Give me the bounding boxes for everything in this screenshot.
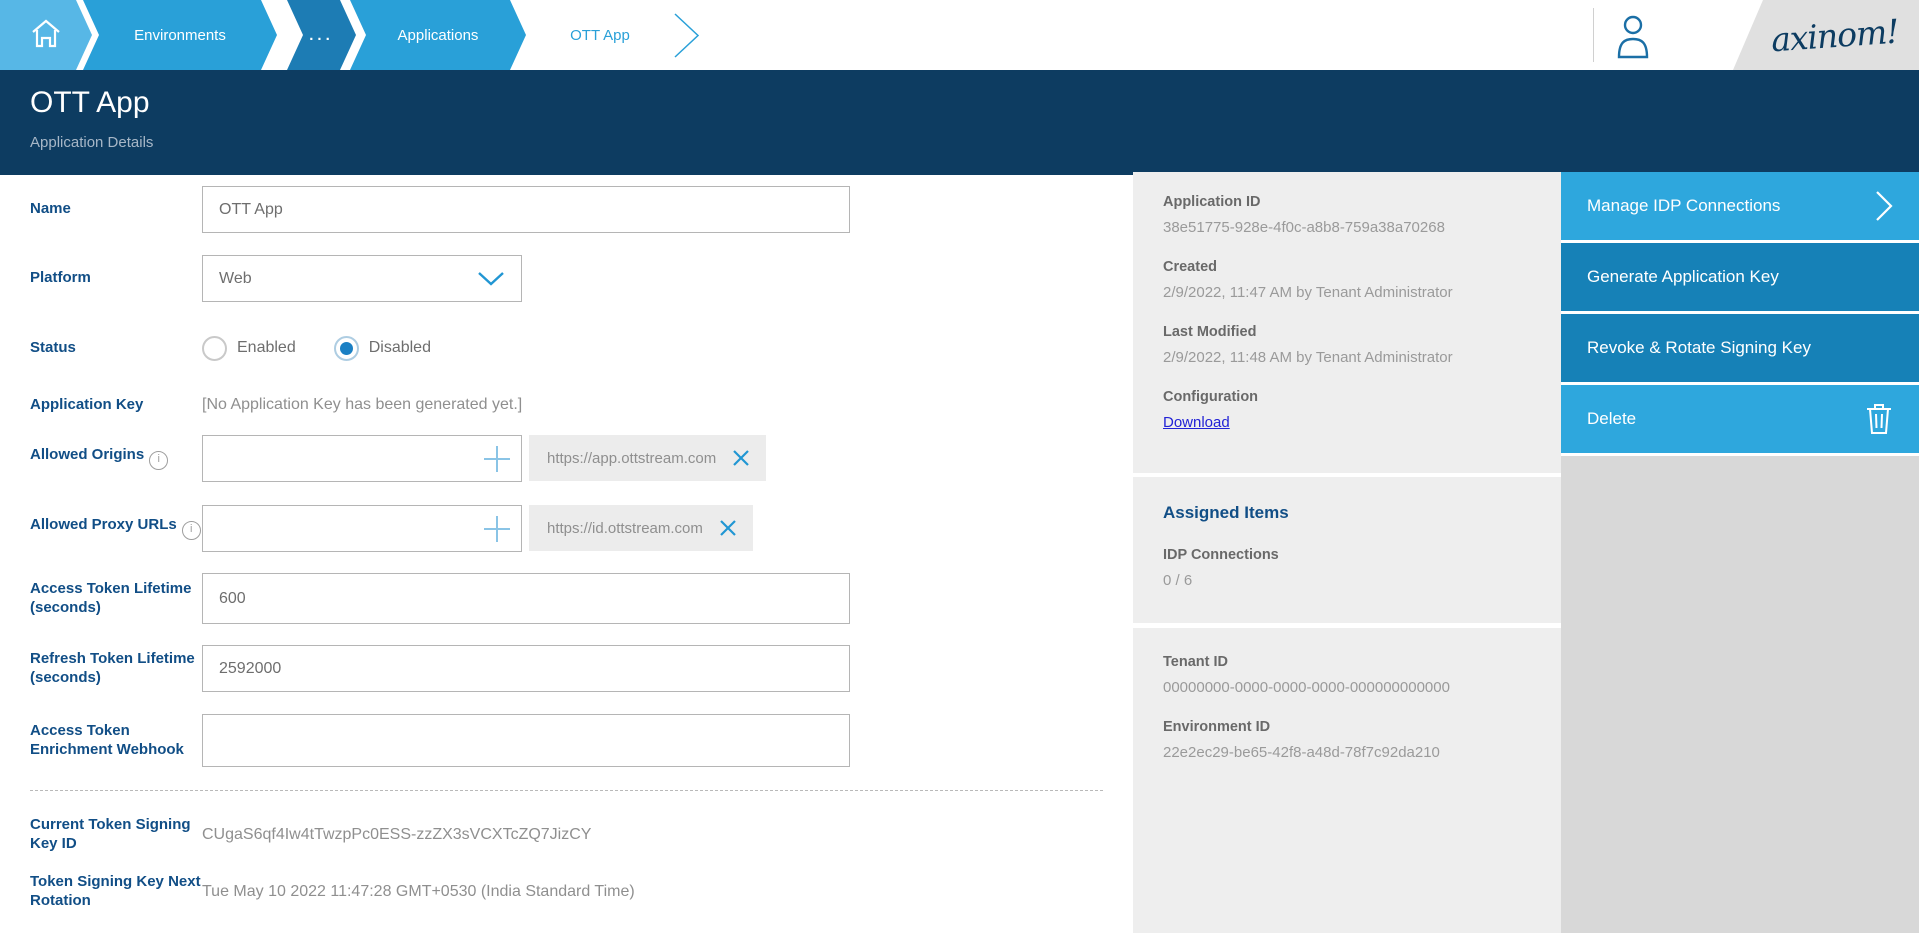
info-panel-ids: Tenant ID 00000000-0000-0000-0000-000000… xyxy=(1133,628,1561,933)
topbar-divider xyxy=(1593,8,1594,62)
status-radio-disabled[interactable] xyxy=(334,336,359,361)
webhook-label: Access Token Enrichment Webhook xyxy=(30,722,202,760)
breadcrumb-environments[interactable]: Environments xyxy=(83,0,277,70)
created-label: Created xyxy=(1163,259,1533,275)
actions-column-background xyxy=(1561,456,1919,933)
close-icon[interactable] xyxy=(719,519,737,537)
trash-icon xyxy=(1865,403,1893,435)
add-origin-icon[interactable] xyxy=(482,444,512,479)
section-divider xyxy=(30,790,1103,791)
allowed-proxy-url-chip-text: https://id.ottstream.com xyxy=(547,520,703,537)
user-icon[interactable] xyxy=(1614,13,1652,64)
platform-select[interactable]: Web xyxy=(202,255,522,302)
environment-id-label: Environment ID xyxy=(1163,719,1533,735)
allowed-origin-chip: https://app.ottstream.com xyxy=(529,435,766,481)
info-icon[interactable] xyxy=(149,451,168,470)
next-rotation-row: Token Signing Key Next Rotation Tue May … xyxy=(30,867,635,917)
download-configuration-link[interactable]: Download xyxy=(1163,414,1230,431)
brand-logo-text: axinom! xyxy=(1770,11,1900,59)
manage-idp-connections-button[interactable]: Manage IDP Connections xyxy=(1561,172,1919,240)
allowed-proxy-urls-label: Allowed Proxy URLs xyxy=(30,516,202,539)
delete-label: Delete xyxy=(1587,409,1636,429)
generate-application-key-label: Generate Application Key xyxy=(1587,267,1779,287)
breadcrumb-home[interactable] xyxy=(0,0,92,70)
platform-selected-value: Web xyxy=(219,270,252,288)
application-details-page: Environments ... Applications OTT App ax… xyxy=(0,0,1919,933)
allowed-proxy-add-wrap xyxy=(202,505,522,552)
refresh-token-lifetime-row: Refresh Token Lifetime (seconds) xyxy=(30,644,850,693)
refresh-token-lifetime-input[interactable] xyxy=(202,645,850,692)
name-row: Name xyxy=(30,185,850,234)
tenant-id-value: 00000000-0000-0000-0000-000000000000 xyxy=(1163,679,1533,696)
home-icon xyxy=(29,17,63,53)
brand-logo: axinom! xyxy=(1733,0,1919,70)
revoke-rotate-signing-key-button[interactable]: Revoke & Rotate Signing Key xyxy=(1561,314,1919,382)
breadcrumb: Environments ... Applications OTT App ax… xyxy=(0,0,1919,70)
allowed-origin-chip-text: https://app.ottstream.com xyxy=(547,450,716,467)
platform-row: Platform Web xyxy=(30,254,522,303)
status-radio-enabled-label: Enabled xyxy=(237,339,296,357)
info-icon[interactable] xyxy=(182,521,201,540)
access-token-lifetime-label: Access Token Lifetime (seconds) xyxy=(30,580,202,618)
idp-connections-label: IDP Connections xyxy=(1163,547,1533,563)
chevron-right-icon xyxy=(1875,190,1893,222)
close-icon[interactable] xyxy=(732,449,750,467)
application-id-label: Application ID xyxy=(1163,194,1533,210)
chevron-down-icon xyxy=(477,271,505,286)
last-modified-label: Last Modified xyxy=(1163,324,1533,340)
configuration-label: Configuration xyxy=(1163,389,1533,405)
current-signing-key-value: CUgaS6qf4Iw4tTwzpPc0ESS-zzZX3sVCXTcZQ7Ji… xyxy=(202,826,591,844)
application-form: Name Platform Web Status Enabled Disable… xyxy=(0,175,1133,933)
platform-label: Platform xyxy=(30,269,202,288)
allowed-proxy-url-chip: https://id.ottstream.com xyxy=(529,505,753,551)
status-row: Status Enabled Disabled xyxy=(30,330,469,366)
page-header: OTT App Application Details xyxy=(0,70,1919,175)
allowed-origins-input[interactable] xyxy=(202,435,522,482)
chevron-right-icon xyxy=(674,13,700,63)
allowed-origins-label: Allowed Origins xyxy=(30,446,202,469)
next-rotation-value: Tue May 10 2022 11:47:28 GMT+0530 (India… xyxy=(202,883,635,901)
allowed-proxy-urls-input[interactable] xyxy=(202,505,522,552)
name-label: Name xyxy=(30,200,202,219)
allowed-origins-add-wrap xyxy=(202,435,522,482)
webhook-row: Access Token Enrichment Webhook xyxy=(30,714,850,767)
tenant-id-label: Tenant ID xyxy=(1163,654,1533,670)
refresh-token-lifetime-label: Refresh Token Lifetime (seconds) xyxy=(30,650,202,688)
application-key-label: Application Key xyxy=(30,396,202,415)
page-subtitle: Application Details xyxy=(30,134,153,151)
idp-connections-count: 0 / 6 xyxy=(1163,572,1533,589)
page-title: OTT App xyxy=(30,86,150,120)
access-token-lifetime-row: Access Token Lifetime (seconds) xyxy=(30,573,850,624)
status-radio-disabled-label: Disabled xyxy=(369,339,431,357)
delete-button[interactable]: Delete xyxy=(1561,385,1919,453)
access-token-lifetime-input[interactable] xyxy=(202,573,850,624)
add-proxy-url-icon[interactable] xyxy=(482,514,512,549)
allowed-proxy-urls-row: Allowed Proxy URLs https://id.ottstream.… xyxy=(30,504,753,552)
created-value: 2/9/2022, 11:47 AM by Tenant Administrat… xyxy=(1163,284,1533,301)
last-modified-value: 2/9/2022, 11:48 AM by Tenant Administrat… xyxy=(1163,349,1533,366)
status-label: Status xyxy=(30,339,202,358)
manage-idp-connections-label: Manage IDP Connections xyxy=(1587,196,1780,216)
info-panel-metadata: Application ID 38e51775-928e-4f0c-a8b8-7… xyxy=(1133,172,1561,473)
status-radio-enabled[interactable] xyxy=(202,336,227,361)
environment-id-value: 22e2ec29-be65-42f8-a48d-78f7c92da210 xyxy=(1163,744,1533,761)
breadcrumb-current-ott-app: OTT App xyxy=(528,0,672,70)
application-key-row: Application Key [No Application Key has … xyxy=(30,393,522,417)
current-signing-key-row: Current Token Signing Key ID CUgaS6qf4Iw… xyxy=(30,810,591,860)
application-id-value: 38e51775-928e-4f0c-a8b8-759a38a70268 xyxy=(1163,219,1533,236)
info-panel-assigned-items: Assigned Items IDP Connections 0 / 6 xyxy=(1133,477,1561,623)
name-input[interactable] xyxy=(202,186,850,233)
webhook-input[interactable] xyxy=(202,714,850,767)
action-buttons: Manage IDP Connections Generate Applicat… xyxy=(1561,172,1919,933)
breadcrumb-collapsed[interactable]: ... xyxy=(287,0,356,70)
generate-application-key-button[interactable]: Generate Application Key xyxy=(1561,243,1919,311)
assigned-items-title: Assigned Items xyxy=(1163,503,1533,523)
application-key-value: [No Application Key has been generated y… xyxy=(202,396,522,414)
allowed-origins-row: Allowed Origins https://app.ottstream.co… xyxy=(30,434,766,482)
next-rotation-label: Token Signing Key Next Rotation xyxy=(30,873,202,911)
current-signing-key-label: Current Token Signing Key ID xyxy=(30,816,202,854)
breadcrumb-applications[interactable]: Applications xyxy=(350,0,526,70)
revoke-rotate-signing-key-label: Revoke & Rotate Signing Key xyxy=(1587,338,1811,358)
